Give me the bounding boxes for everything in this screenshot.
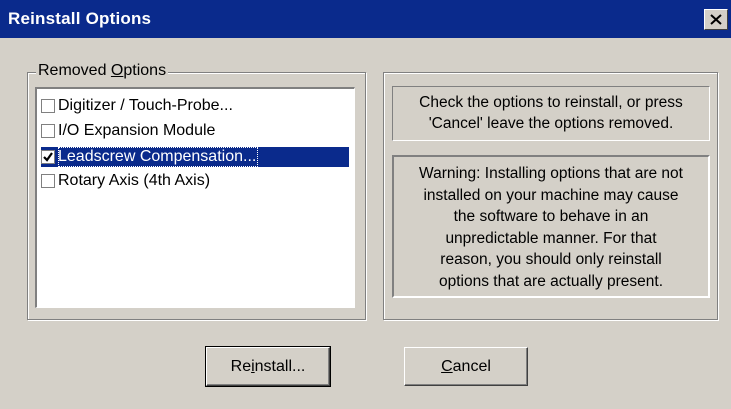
list-item-io-expansion[interactable]: I/O Expansion Module bbox=[41, 121, 215, 141]
close-button[interactable] bbox=[704, 9, 728, 30]
checkbox-unchecked[interactable] bbox=[41, 174, 55, 188]
checkmark-icon bbox=[43, 152, 53, 162]
title-bar[interactable]: Reinstall Options bbox=[0, 0, 731, 38]
removed-options-label: Removed Options bbox=[36, 62, 169, 80]
reinstall-options-dialog: Reinstall Options Removed Options Digiti… bbox=[0, 0, 731, 409]
checkbox-unchecked[interactable] bbox=[41, 124, 55, 138]
instructions-text: Check the options to reinstall, or press… bbox=[392, 86, 710, 141]
warning-text: Warning: Installing options that are not… bbox=[392, 155, 710, 298]
checkbox-checked[interactable] bbox=[41, 150, 55, 164]
list-item-digitizer[interactable]: Digitizer / Touch-Probe... bbox=[41, 96, 233, 116]
options-listbox[interactable]: Digitizer / Touch-Probe... I/O Expansion… bbox=[35, 87, 355, 308]
list-item-leadscrew[interactable]: Leadscrew Compensation... bbox=[41, 147, 349, 167]
list-item-rotary-axis[interactable]: Rotary Axis (4th Axis) bbox=[41, 171, 210, 191]
dialog-title: Reinstall Options bbox=[8, 9, 152, 28]
cancel-button[interactable]: Cancel bbox=[404, 347, 528, 386]
checkbox-unchecked[interactable] bbox=[41, 99, 55, 113]
close-icon bbox=[710, 14, 722, 25]
reinstall-button[interactable]: Re i nstall... bbox=[205, 346, 331, 387]
